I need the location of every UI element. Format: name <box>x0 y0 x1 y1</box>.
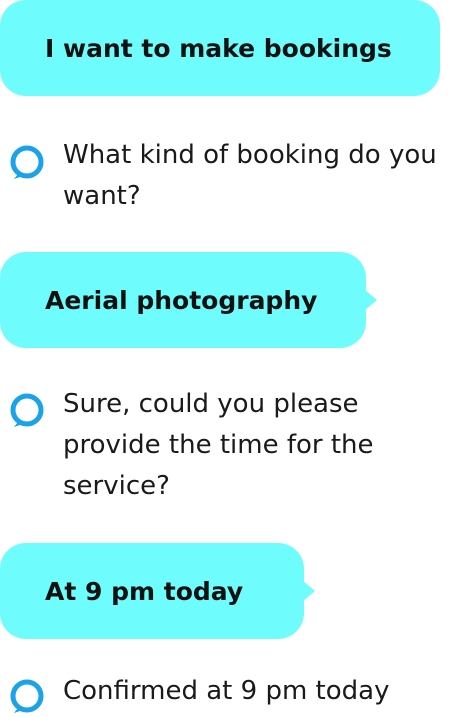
alexa-ring-icon <box>10 393 44 427</box>
assistant-message: Confirmed at 9 pm today <box>0 671 469 716</box>
alexa-ring-icon <box>10 679 44 713</box>
bubble-tail <box>365 290 377 310</box>
assistant-message: What kind of booking do you want? <box>0 135 469 225</box>
user-message-bubble: At 9 pm today <box>0 543 315 639</box>
user-message-text: I want to make bookings <box>45 33 392 63</box>
assistant-message: Sure, could you please provide the time … <box>0 384 469 514</box>
assistant-message-text: Sure, could you please provide the time … <box>63 389 374 501</box>
user-message-bubble: Aerial photography <box>0 252 377 348</box>
assistant-message-text: What kind of booking do you want? <box>63 140 437 211</box>
user-message-text: At 9 pm today <box>45 576 244 606</box>
user-message-bubble: I want to make bookings <box>0 0 440 96</box>
user-message-text: Aerial photography <box>45 285 318 315</box>
alexa-ring-icon <box>10 145 44 179</box>
assistant-message-text: Confirmed at 9 pm today <box>63 676 390 706</box>
bubble-tail <box>303 581 315 601</box>
